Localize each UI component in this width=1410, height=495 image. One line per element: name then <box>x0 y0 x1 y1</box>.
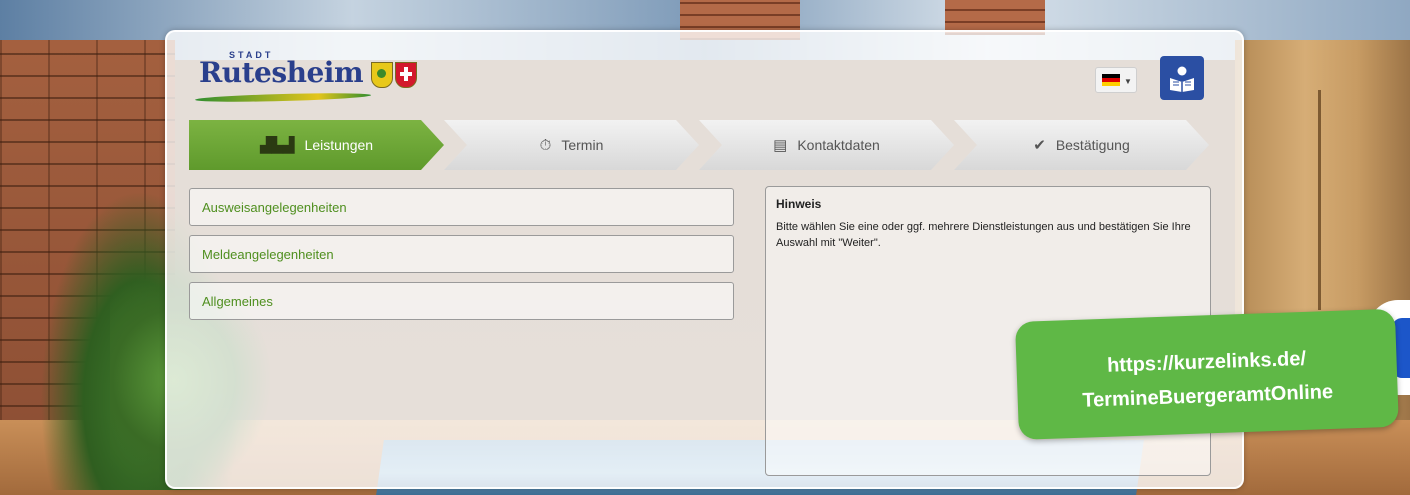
step-leistungen[interactable]: ▟▙▟ Leistungen <box>189 120 444 170</box>
step-label: Termin <box>561 137 604 153</box>
step-label: Leistungen <box>304 137 374 153</box>
caret-down-icon: ▼ <box>1124 77 1132 86</box>
info-text: Bitte wählen Sie eine oder ggf. mehrere … <box>776 221 1191 249</box>
check-icon: ✔ <box>1033 137 1046 154</box>
clock-icon: ⏱ <box>539 136 552 154</box>
easy-read-icon <box>1170 66 1194 92</box>
city-logo[interactable]: STADT Rutesheim <box>189 50 429 106</box>
id-card-icon: ▤ <box>773 137 788 154</box>
step-label: Bestätigung <box>1055 137 1130 153</box>
step-kontaktdaten[interactable]: ▤ Kontaktdaten <box>699 120 954 170</box>
service-meldeangelegenheiten[interactable]: Meldeangelegenheiten <box>189 235 734 273</box>
factory-icon: ▟▙▟ <box>259 137 295 154</box>
step-label: Kontaktdaten <box>797 137 880 153</box>
link-badge[interactable]: https://kurzelinks.de/ TermineBuergeramt… <box>1015 308 1399 440</box>
coat-of-arms-icon <box>371 62 393 88</box>
step-bestaetigung[interactable]: ✔ Bestätigung <box>954 120 1209 170</box>
service-label: Ausweisangelegenheiten <box>202 199 347 215</box>
cross-shield-icon <box>395 62 417 88</box>
service-ausweisangelegenheiten[interactable]: Ausweisangelegenheiten <box>189 188 734 226</box>
service-label: Allgemeines <box>202 293 273 309</box>
logo-swoosh <box>194 91 372 104</box>
link-text: https://kurzelinks.de/ TermineBuergeramt… <box>1016 339 1398 420</box>
logo-city-name: Rutesheim <box>199 56 364 89</box>
german-flag-icon <box>1102 74 1120 86</box>
step-progress: ▟▙▟ Leistungen ⏱ Termin ▤ Kontaktdaten ✔… <box>189 120 1219 170</box>
easy-read-button[interactable] <box>1160 56 1204 100</box>
service-label: Meldeangelegenheiten <box>202 246 334 262</box>
step-termin[interactable]: ⏱ Termin <box>444 120 699 170</box>
info-title: Hinweis <box>776 197 822 211</box>
bg-cabinet-door-line <box>1318 90 1321 310</box>
service-allgemeines[interactable]: Allgemeines <box>189 282 734 320</box>
language-selector[interactable]: ▼ <box>1095 67 1137 93</box>
